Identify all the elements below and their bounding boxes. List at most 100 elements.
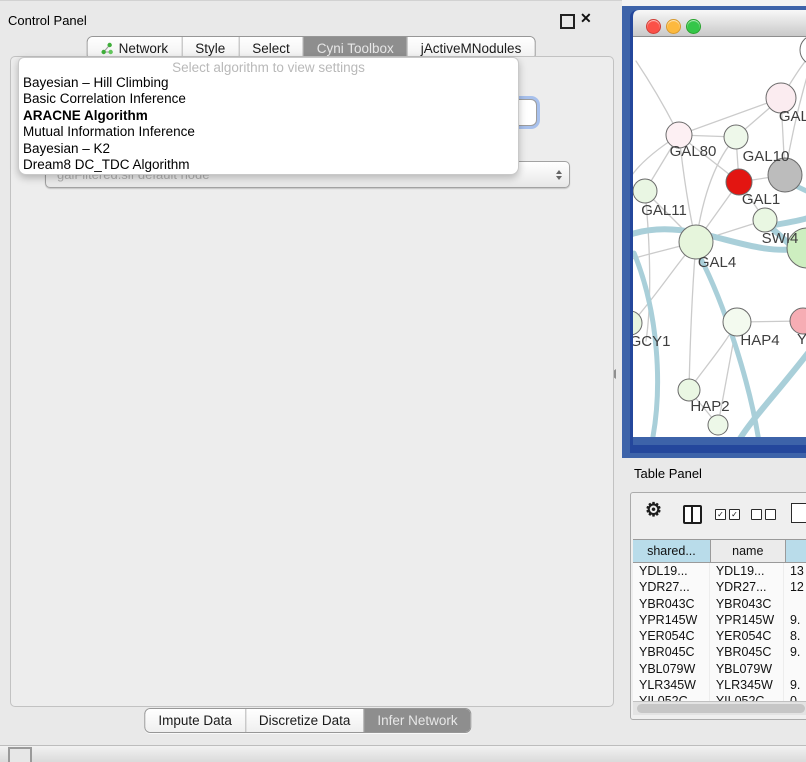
table-cell: YDR27...	[710, 579, 784, 595]
algorithm-option-basic-correlation-inference[interactable]: Basic Correlation Inference	[19, 91, 518, 107]
table-cell: YDR27...	[633, 579, 710, 595]
split-columns-icon[interactable]	[683, 505, 702, 524]
network-desktop: GAL7 GAL80 GAL10 GAL1 GAL11 SWI4 GAL4 GCY1 HAP4 Y…	[622, 6, 806, 458]
table-cell: 12	[784, 579, 806, 595]
table-cell: YBR043C	[633, 596, 710, 612]
node-label-swi4: SWI4	[762, 230, 799, 247]
table-cell: YLR345W	[633, 677, 710, 693]
node[interactable]	[708, 415, 728, 435]
table-cell: YBL079W	[633, 661, 710, 677]
tab-select-label: Select	[252, 41, 290, 56]
column-header-name[interactable]: name	[711, 540, 786, 562]
node-label-y: Y	[797, 331, 806, 348]
table-cell: 9.	[784, 644, 806, 660]
table-cell: YLR345W	[710, 677, 784, 693]
table-cell: YDL19...	[633, 563, 710, 579]
table-panel-title: Table Panel	[634, 466, 702, 481]
deselect-all-columns-icon[interactable]	[751, 509, 776, 520]
network-canvas[interactable]: GAL7 GAL80 GAL10 GAL1 GAL11 SWI4 GAL4 GCY1 HAP4 Y…	[633, 37, 806, 437]
table-cell: YPR145W	[710, 612, 784, 628]
algorithm-dropdown-popup: Select algorithm to view settings Bayesi…	[18, 57, 519, 175]
status-bar	[0, 745, 806, 762]
tab-network-label: Network	[119, 41, 169, 56]
close-icon[interactable]: ✕	[580, 10, 592, 27]
column-header-col2[interactable]	[786, 540, 806, 562]
table-cell: 9.	[784, 677, 806, 693]
node-label-gal1: GAL1	[742, 191, 780, 208]
table-row[interactable]: YLR345WYLR345W9.	[633, 677, 806, 693]
gear-icon[interactable]: ⚙	[645, 501, 662, 521]
algorithm-option-bayesian-hill-climbing[interactable]: Bayesian – Hill Climbing	[19, 75, 518, 91]
table-cell: YBR045C	[710, 644, 784, 660]
edge	[689, 242, 696, 390]
table-cell: YBL079W	[710, 661, 784, 677]
control-panel-titlebar: Control Panel ✕	[0, 0, 622, 25]
dock-panel-icon[interactable]	[8, 747, 32, 762]
algorithm-option-bayesian-k2[interactable]: Bayesian – K2	[19, 141, 518, 157]
table-row[interactable]: YER054CYER054C8.	[633, 628, 806, 644]
node-table: shared...nameYDL19...YDL19...13YDR27...Y…	[633, 539, 806, 710]
minimize-traffic-light-icon[interactable]	[666, 19, 681, 34]
table-row[interactable]: YBR045CYBR045C9.	[633, 644, 806, 660]
table-row[interactable]: YBL079WYBL079W	[633, 661, 806, 677]
tab-jactivemnodules-label: jActiveMNodules	[421, 41, 522, 56]
tab-infer-network[interactable]: Infer Network	[363, 709, 470, 732]
algorithm-placeholder: Select algorithm to view settings	[19, 60, 518, 75]
combo-stepper-icon	[556, 170, 562, 180]
node-label-gal11: GAL11	[641, 202, 687, 219]
network-graph: GAL7 GAL80 GAL10 GAL1 GAL11 SWI4 GAL4 GCY1 HAP4 Y…	[633, 37, 806, 437]
algorithm-option-aracne-algorithm[interactable]: ARACNE Algorithm	[19, 108, 518, 124]
table-cell: YER054C	[710, 628, 784, 644]
node-gal11[interactable]	[633, 179, 657, 203]
table-cell: YDL19...	[710, 563, 784, 579]
node[interactable]	[800, 37, 806, 65]
network-tab-icon	[101, 42, 114, 55]
float-window-icon[interactable]	[560, 14, 575, 29]
node-label-gal4: GAL4	[698, 254, 736, 271]
column-header-shared[interactable]: shared...	[633, 540, 711, 562]
algorithm-list: Bayesian – Hill ClimbingBasic Correlatio…	[19, 75, 518, 173]
new-table-document-icon[interactable]	[791, 503, 806, 523]
table-row[interactable]: YDR27...YDR27...12	[633, 579, 806, 595]
tab-infer-network-label: Infer Network	[377, 713, 457, 728]
node-label-gal10: GAL10	[743, 148, 790, 165]
table-row[interactable]: YBR043CYBR043C	[633, 596, 806, 612]
network-view-window[interactable]: GAL7 GAL80 GAL10 GAL1 GAL11 SWI4 GAL4 GCY1 HAP4 Y…	[630, 10, 806, 453]
tab-style-label: Style	[195, 41, 225, 56]
table-cell	[784, 596, 806, 612]
table-cell: 13	[784, 563, 806, 579]
cyni-mode-tabbar: Impute Data Discretize Data Infer Network	[144, 708, 471, 733]
tab-cyni-toolbox-label: Cyni Toolbox	[317, 41, 394, 56]
node-gal10[interactable]	[724, 125, 748, 149]
tab-impute-data[interactable]: Impute Data	[145, 709, 245, 732]
node-label-gal80: GAL80	[670, 143, 717, 160]
table-cell: YBR045C	[633, 644, 710, 660]
table-row[interactable]: YDL19...YDL19...13	[633, 563, 806, 579]
node-label-hap4: HAP4	[740, 332, 779, 349]
table-cell	[784, 661, 806, 677]
node-label-gal7: GAL7	[779, 108, 806, 125]
table-panel: ⚙ ✓✓ shared...nameYDL19...YDL19...13YDR2…	[630, 492, 806, 720]
control-panel-title: Control Panel	[8, 13, 87, 28]
node-label-hap2: HAP2	[690, 398, 729, 415]
node-label-gcy1: GCY1	[633, 333, 670, 350]
tab-discretize-data[interactable]: Discretize Data	[245, 709, 364, 732]
node-swi4[interactable]	[753, 208, 777, 232]
close-traffic-light-icon[interactable]	[646, 19, 661, 34]
node-gcy1[interactable]	[633, 311, 642, 335]
table-cell: YPR145W	[633, 612, 710, 628]
table-cell: 8.	[784, 628, 806, 644]
algorithm-option-mutual-information-inference[interactable]: Mutual Information Inference	[19, 124, 518, 140]
select-all-columns-icon[interactable]: ✓✓	[715, 509, 740, 520]
table-cell: 9.	[784, 612, 806, 628]
table-hscrollbar[interactable]	[633, 701, 806, 715]
table-row[interactable]: YPR145WYPR145W9.	[633, 612, 806, 628]
network-window-titlebar[interactable]	[633, 10, 806, 37]
application-window: Control Panel ✕ Network Style Select Cyni T…	[0, 0, 806, 762]
algorithm-option-dream8-dc-tdc-algorithm[interactable]: Dream8 DC_TDC Algorithm	[19, 157, 518, 173]
zoom-traffic-light-icon[interactable]	[686, 19, 701, 34]
tab-discretize-data-label: Discretize Data	[259, 713, 351, 728]
table-cell: YER054C	[633, 628, 710, 644]
table-header-row: shared...name	[633, 539, 806, 563]
tab-impute-data-label: Impute Data	[158, 713, 232, 728]
